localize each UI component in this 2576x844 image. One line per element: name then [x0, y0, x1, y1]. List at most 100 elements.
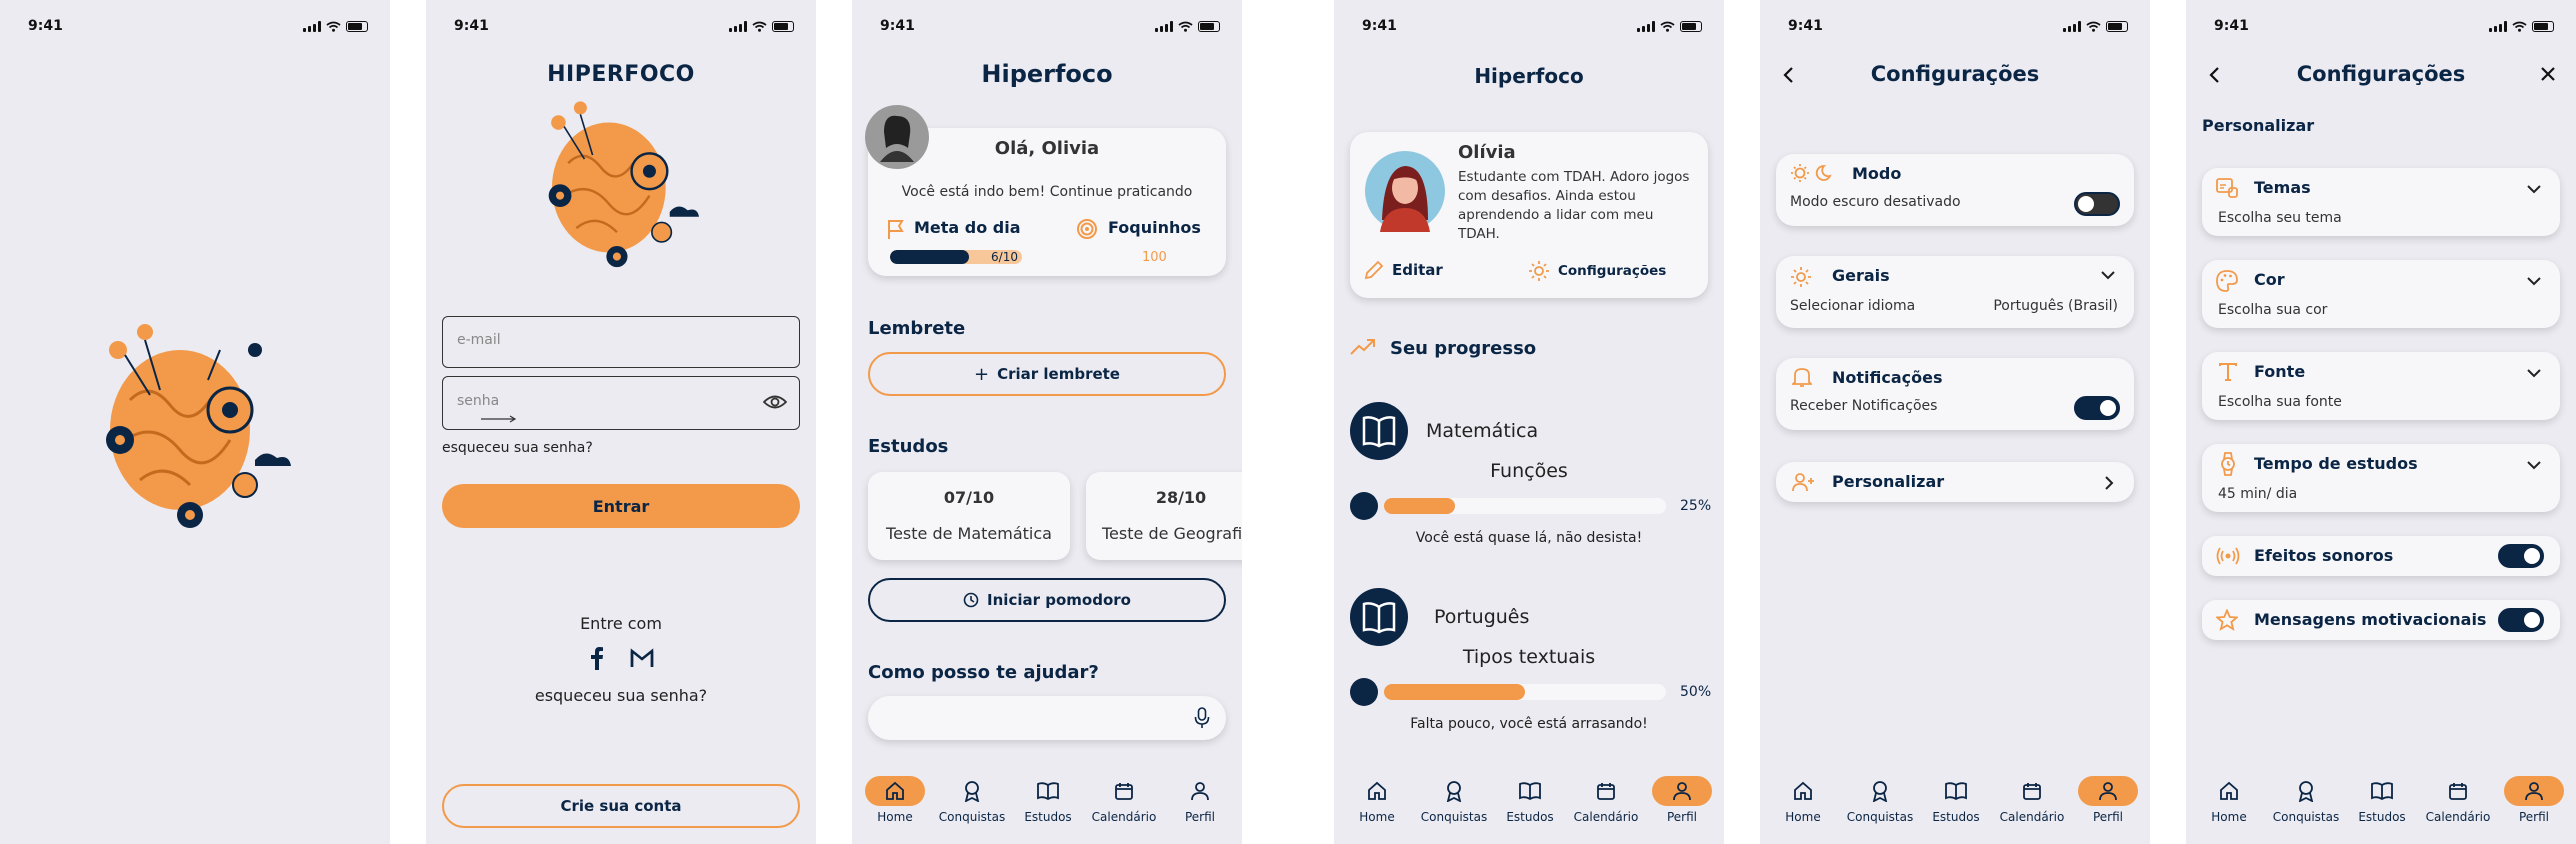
nav-home[interactable]: Home [1341, 776, 1413, 824]
edit-button[interactable]: Editar [1364, 260, 1443, 280]
item-label: Tempo de estudos [2254, 454, 2418, 473]
forgot-password-link-2[interactable]: esqueceu sua senha? [426, 686, 816, 705]
nav-profile[interactable]: Perfil [1646, 776, 1718, 824]
nav-studies[interactable]: Estudos [1920, 776, 1992, 824]
goal-progress-fill [890, 250, 970, 264]
nav-label: Estudos [1506, 810, 1554, 824]
status-bar: 9:41 [1760, 18, 2150, 38]
signal-icon [1155, 21, 1173, 32]
status-bar: 9:41 [426, 18, 816, 38]
item-sub: 45 min/ dia [2218, 486, 2298, 502]
themes-card[interactable]: Temas Escolha seu tema [2202, 168, 2560, 236]
wifi-icon [2512, 21, 2527, 32]
status-icons [303, 21, 368, 32]
mode-card: Modo Modo escuro desativado [1776, 154, 2134, 226]
study-card[interactable]: 07/10 Teste de Matemática [868, 472, 1070, 560]
pomodoro-button[interactable]: Iniciar pomodoro [868, 578, 1226, 622]
trend-up-icon [1350, 339, 1375, 355]
help-input[interactable] [868, 696, 1226, 740]
nav-profile[interactable]: Perfil [2072, 776, 2144, 824]
user-icon [2099, 782, 2117, 801]
enter-button[interactable]: Entrar [442, 484, 800, 528]
nav-profile[interactable]: Perfil [2498, 776, 2570, 824]
nav-achievements[interactable]: Conquistas [2270, 776, 2342, 824]
nav-achievements[interactable]: Conquistas [1418, 776, 1490, 824]
eye-icon[interactable] [763, 393, 787, 411]
status-icons [2063, 21, 2128, 32]
nav-calendar[interactable]: Calendário [1570, 776, 1642, 824]
study-name: Teste de Matemática [886, 524, 1052, 543]
user-icon [2525, 782, 2543, 801]
dark-mode-toggle[interactable] [2074, 192, 2120, 216]
nav-calendar[interactable]: Calendário [1088, 776, 1160, 824]
nav-studies[interactable]: Estudos [1494, 776, 1566, 824]
avatar[interactable] [864, 104, 930, 170]
notifications-toggle[interactable] [2074, 396, 2120, 420]
progress-bar [1384, 684, 1666, 700]
nav-label: Perfil [2092, 810, 2124, 824]
close-icon[interactable] [2540, 66, 2556, 82]
nav-achievements[interactable]: Conquistas [936, 776, 1008, 824]
nav-home[interactable]: Home [2193, 776, 2265, 824]
chevron-down-icon[interactable] [2526, 368, 2542, 378]
item-label: Cor [2254, 270, 2285, 289]
chevron-down-icon[interactable] [2526, 276, 2542, 286]
brand-title: HIPERFOCO [547, 62, 695, 87]
chevron-down-icon[interactable] [2526, 460, 2542, 470]
motivational-messages-toggle[interactable] [2498, 608, 2544, 632]
general-card[interactable]: Gerais Selecionar idioma Português (Bras… [1776, 256, 2134, 328]
font-card[interactable]: Fonte Escolha sua fonte [2202, 352, 2560, 420]
create-account-button[interactable]: Crie sua conta [442, 784, 800, 828]
email-field[interactable]: e-mail [442, 316, 800, 368]
sound-effects-card: Efeitos sonoros [2202, 536, 2560, 576]
gmail-icon[interactable] [630, 648, 654, 668]
signal-icon [303, 21, 321, 32]
nav-home[interactable]: Home [1767, 776, 1839, 824]
nav-home[interactable]: Home [859, 776, 931, 824]
settings-button[interactable]: Configurações [1528, 260, 1666, 282]
personalize-card[interactable]: Personalizar [1776, 462, 2134, 502]
nav-calendar[interactable]: Calendário [1996, 776, 2068, 824]
study-card[interactable]: 28/10 Teste de Geografia [1086, 472, 1242, 560]
progress-fill [1384, 684, 1525, 700]
status-bar: 9:41 [1334, 18, 1724, 38]
profile-card: Olívia Estudante com TDAH. Adoro jogos c… [1350, 132, 1708, 298]
wifi-icon [752, 21, 767, 32]
battery-icon [1680, 21, 1702, 32]
microphone-icon[interactable] [1194, 707, 1210, 729]
chevron-down-icon[interactable] [2526, 184, 2542, 194]
nav-profile[interactable]: Perfil [1164, 776, 1236, 824]
nav-achievements[interactable]: Conquistas [1844, 776, 1916, 824]
facebook-icon[interactable] [590, 646, 604, 670]
study-time-card[interactable]: Tempo de estudos 45 min/ dia [2202, 444, 2560, 512]
watch-icon [2221, 452, 2235, 476]
book-icon [1519, 782, 1541, 800]
nav-studies[interactable]: Estudos [1012, 776, 1084, 824]
language-value[interactable]: Português (Brasil) [1993, 298, 2118, 314]
nav-label: Perfil [1184, 810, 1216, 824]
home-icon [1794, 781, 1812, 800]
forgot-password-link[interactable]: esqueceu sua senha? [442, 440, 593, 456]
nav-label: Conquistas [1846, 810, 1914, 824]
calendar-icon [2023, 783, 2041, 800]
progress-bar [1384, 498, 1666, 514]
notifications-card: Notificações Receber Notificações [1776, 358, 2134, 430]
nav-label: Home [877, 810, 913, 824]
bottom-nav: Home Conquistas Estudos Calendário Perfi… [2186, 764, 2576, 844]
chevron-down-icon[interactable] [2100, 270, 2116, 280]
create-reminder-button[interactable]: + Criar lembrete [868, 352, 1226, 396]
nav-calendar[interactable]: Calendário [2422, 776, 2494, 824]
broadcast-icon [2216, 547, 2240, 565]
nav-label: Calendário [1573, 810, 1639, 824]
item-sub: Escolha sua cor [2218, 302, 2328, 318]
color-card[interactable]: Cor Escolha sua cor [2202, 260, 2560, 328]
progress-fill [1384, 498, 1455, 514]
help-heading: Como posso te ajudar? [868, 662, 1099, 683]
nav-label: Conquistas [1420, 810, 1488, 824]
nav-label: Perfil [1666, 810, 1698, 824]
nav-studies[interactable]: Estudos [2346, 776, 2418, 824]
sound-effects-toggle[interactable] [2498, 544, 2544, 568]
password-field[interactable]: senha [442, 376, 800, 430]
avatar[interactable] [1364, 150, 1446, 232]
user-icon [1191, 782, 1209, 801]
